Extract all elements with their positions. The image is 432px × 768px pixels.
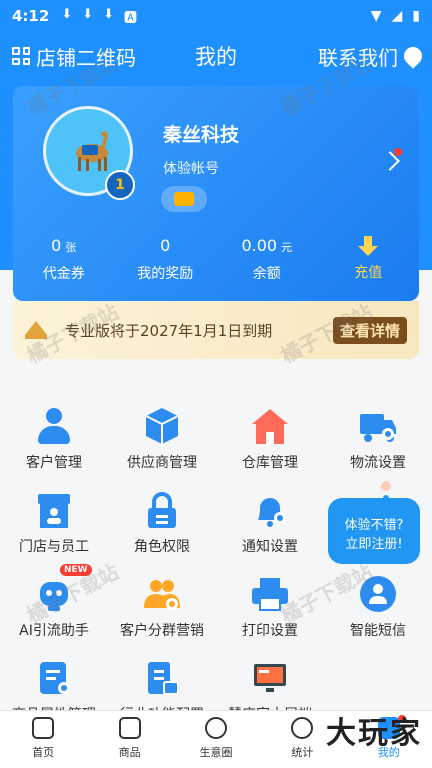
grid-item-roles[interactable]: 角色权限 — [108, 490, 216, 556]
screen-icon — [250, 658, 290, 698]
grid-item-supplier[interactable]: 供应商管理 — [108, 406, 216, 472]
status-time: 4:12 — [12, 7, 50, 25]
profile-card[interactable]: 1 秦丝科技 体验帐号 0张 代金券 0 我的奖励 0.00 元 余额 充值 — [13, 86, 419, 301]
register-promo-bubble: 体验不错? 立即注册! — [328, 498, 420, 564]
a-icon: 🅰 — [124, 10, 138, 26]
grid-label: 客户分群营销 — [120, 623, 204, 639]
new-badge: NEW — [60, 564, 92, 576]
download-icon: ⬇ — [103, 6, 115, 22]
signal-icon: ◢ — [391, 8, 403, 24]
home-icon — [32, 717, 55, 739]
group-icon — [142, 574, 182, 614]
download-icon: ⬇ — [61, 6, 73, 22]
nav-label: 商品 — [118, 746, 141, 759]
recharge-label: 充值 — [354, 265, 383, 281]
lock-icon — [142, 490, 182, 530]
grid-label: 仓库管理 — [242, 455, 298, 471]
grid-label: 门店与员工 — [19, 539, 89, 555]
crown-icon — [25, 321, 47, 339]
grid-label: 客户管理 — [26, 455, 82, 471]
store-qrcode-label: 店铺二维码 — [36, 45, 136, 70]
contact-us-button[interactable]: 联系我们 — [318, 42, 426, 71]
store-icon — [34, 490, 74, 530]
shop-icon — [118, 717, 141, 739]
config-icon — [142, 658, 182, 698]
grid-label: AI引流助手 — [19, 623, 89, 639]
camel-icon — [76, 131, 108, 171]
nav-label: 首页 — [32, 746, 55, 759]
top-header: 店铺二维码 我的 联系我们 — [0, 36, 432, 76]
bell-icon — [250, 490, 290, 530]
grid-item-notification[interactable]: 通知设置 — [216, 490, 324, 556]
battery-icon: ▮ — [412, 8, 420, 24]
stat-value: 0.00 — [241, 236, 278, 255]
stat-value: 0 — [160, 236, 171, 255]
register-promo-button[interactable]: 体验不错? 立即注册! — [328, 480, 420, 568]
contact-us-label: 联系我们 — [318, 45, 398, 70]
grid-label: 角色权限 — [134, 539, 190, 555]
customer-icon — [34, 406, 74, 446]
nav-label: 生意圈 — [199, 746, 233, 759]
printer-icon — [250, 574, 290, 614]
notification-icons: ⬇ ⬇ ⬇ 🅰 — [61, 7, 137, 26]
promo-line2: 立即注册! — [345, 537, 403, 552]
vip-icon — [174, 192, 194, 206]
circle-icon — [204, 717, 227, 739]
stat-balance[interactable]: 0.00 元 余额 — [216, 236, 318, 283]
nav-business-circle[interactable]: 生意圈 — [173, 711, 259, 768]
status-bar: 4:12 ⬇ ⬇ ⬇ 🅰 ▼ ◢ ▮ — [0, 0, 432, 32]
system-icons: ▼ ◢ ▮ — [371, 8, 420, 24]
grid-item-print[interactable]: 打印设置 — [216, 574, 324, 640]
nav-home[interactable]: 首页 — [0, 711, 86, 768]
logistics-icon — [358, 406, 398, 446]
grid-label: 智能短信 — [350, 623, 406, 639]
warehouse-icon — [250, 406, 290, 446]
grid-item-warehouse[interactable]: 仓库管理 — [216, 406, 324, 472]
stat-label: 我的奖励 — [137, 266, 194, 282]
download-icon: ⬇ — [82, 6, 94, 22]
level-badge: 1 — [105, 170, 135, 200]
view-details-button[interactable]: 查看详情 — [332, 316, 407, 344]
stat-label: 代金券 — [42, 266, 85, 282]
robot-icon: NEW — [34, 564, 92, 614]
qrcode-icon — [12, 47, 30, 65]
stat-vouchers[interactable]: 0张 代金券 — [13, 236, 115, 283]
stat-value: 0 — [51, 236, 62, 255]
stat-rewards[interactable]: 0 我的奖励 — [115, 236, 217, 283]
grid-label: 供应商管理 — [127, 455, 197, 471]
site-logo: 大玩家 — [326, 716, 422, 751]
supplier-icon — [142, 406, 182, 446]
notification-dot — [394, 148, 402, 156]
grid-item-customer[interactable]: 客户管理 — [0, 406, 108, 472]
grid-item-customer-group[interactable]: 客户分群营销 — [108, 574, 216, 640]
message-icon — [358, 574, 398, 614]
vip-chip[interactable] — [161, 186, 207, 212]
promo-line1: 体验不错? — [344, 518, 404, 533]
nav-products[interactable]: 商品 — [86, 711, 172, 768]
tag-icon — [34, 658, 74, 698]
grid-item-logistics[interactable]: 物流设置 — [324, 406, 432, 472]
pro-expiry-banner: 专业版将于2027年1月1日到期 查看详情 — [13, 301, 419, 359]
grid-label: 打印设置 — [242, 623, 298, 639]
company-name: 秦丝科技 — [163, 124, 240, 146]
grid-label: 物流设置 — [350, 455, 406, 471]
grid-label: 通知设置 — [242, 539, 298, 555]
stat-unit: 张 — [65, 241, 77, 254]
grid-item-smart-sms[interactable]: 智能短信 — [324, 574, 432, 640]
pro-expiry-text: 专业版将于2027年1月1日到期 — [65, 321, 273, 340]
account-type: 体验帐号 — [163, 161, 219, 177]
store-qrcode-button[interactable]: 店铺二维码 — [12, 42, 136, 71]
wifi-icon: ▼ — [370, 8, 382, 24]
stat-label: 余额 — [252, 266, 281, 282]
stat-unit: 元 — [281, 241, 293, 254]
contact-icon — [400, 43, 426, 69]
grid-item-store-staff[interactable]: 门店与员工 — [0, 490, 108, 556]
stats-row: 0张 代金券 0 我的奖励 0.00 元 余额 充值 — [13, 236, 419, 283]
grid-item-ai-assistant[interactable]: NEW AI引流助手 — [0, 564, 108, 640]
recharge-icon — [358, 236, 379, 258]
stats-icon — [291, 717, 314, 739]
recharge-button[interactable]: 充值 — [318, 236, 420, 283]
